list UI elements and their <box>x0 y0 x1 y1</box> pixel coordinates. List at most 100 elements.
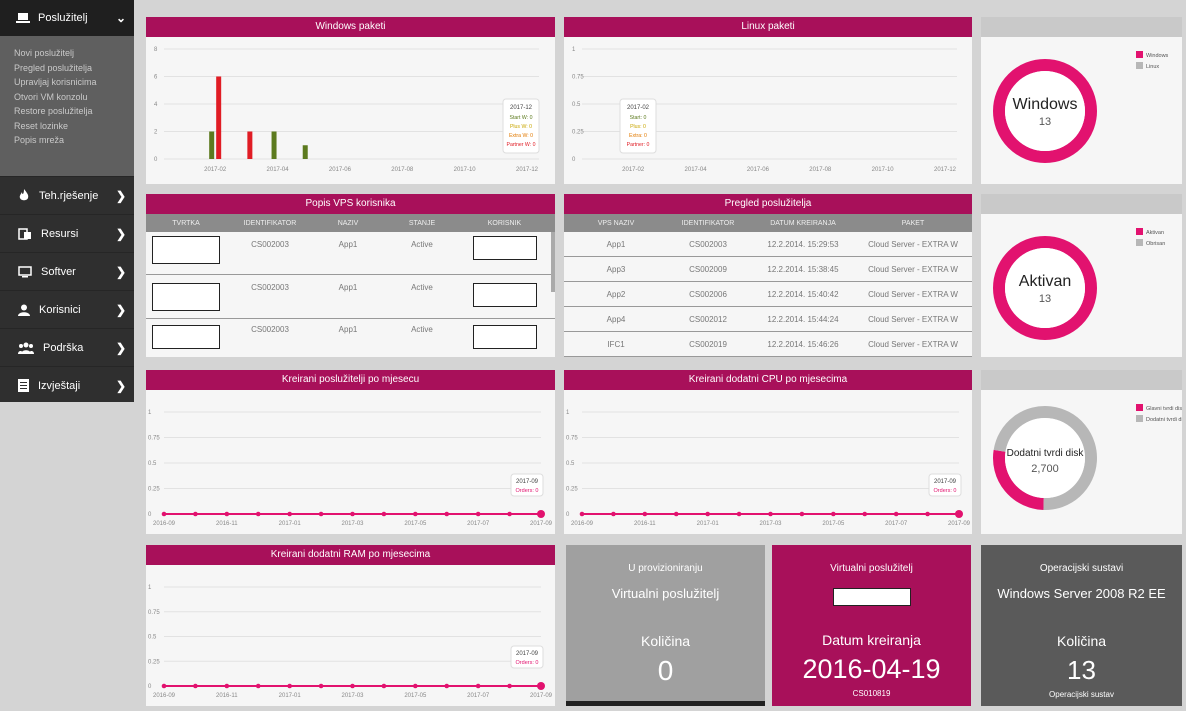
table-cell: App4 <box>606 314 626 324</box>
table-row[interactable]: CS002003 App1 Active <box>146 232 555 275</box>
panel-title: Kreirani dodatni CPU po mjesecima <box>564 370 972 390</box>
legend-swatch <box>1136 404 1143 411</box>
tooltip-line: Partner W: 0 <box>506 142 535 148</box>
y-tick-label: 0.5 <box>148 635 157 641</box>
tile-header: Virtualni poslužitelj <box>830 563 913 574</box>
data-point <box>673 511 679 517</box>
submenu-item[interactable]: Upravljaj korisnicima <box>14 75 134 90</box>
y-tick-label: 4 <box>154 102 158 108</box>
table-row[interactable]: CS002003 App1 Active <box>146 319 555 357</box>
submenu-item[interactable]: Pregled poslužitelja <box>14 61 134 76</box>
x-tick-label: 2017-03 <box>341 521 364 527</box>
disk-donut-panel: Dodatni tvrdi disk 2,700 Glavni tvrdi disk… <box>981 370 1186 534</box>
nav-item-softver[interactable]: Softver ❯ <box>0 252 134 290</box>
table-header: TVRTKA IDENTIFIKATOR NAZIV STANJE KORISN… <box>146 214 555 232</box>
table-row[interactable]: App1 CS002003 12.2.2014. 15:29:53 Cloud Ser… <box>564 232 972 257</box>
tile-label: Količina <box>640 633 691 649</box>
x-tick-label: 2016-09 <box>153 693 176 699</box>
data-point <box>161 511 167 517</box>
x-tick-label: 2017-04 <box>267 167 290 173</box>
table-row[interactable]: App4 CS002012 12.2.2014. 15:44:24 Cloud Ser… <box>564 307 972 332</box>
nav-item-teh[interactable]: Teh.rješenje ❯ <box>0 176 134 214</box>
x-tick-label: 2017-08 <box>809 167 832 173</box>
column-header[interactable]: KORISNIK <box>462 220 547 227</box>
data-point <box>955 510 963 518</box>
y-tick-label: 0 <box>566 512 570 518</box>
submenu-item[interactable]: Reset lozinke <box>14 119 134 134</box>
nav-item-resursi[interactable]: Resursi ❯ <box>0 214 134 252</box>
table-cell: CS002003 <box>251 283 289 292</box>
windows-packages-panel: Windows paketi 0 2 4 6 8 2017-02 2017-04 2017-0… <box>146 17 555 184</box>
data-point <box>255 683 261 689</box>
data-point <box>475 511 481 517</box>
tooltip-line: Start W: 0 <box>510 115 533 121</box>
x-tick-label: 2017-04 <box>685 167 708 173</box>
data-point <box>224 683 230 689</box>
tooltip-line: Partner: 0 <box>627 142 650 148</box>
bar <box>302 145 308 159</box>
scrollbar[interactable] <box>551 232 555 292</box>
panel-title: Kreirani dodatni RAM po mjesecima <box>146 545 555 565</box>
data-point <box>507 683 512 689</box>
column-header[interactable]: TVRTKA <box>146 220 226 227</box>
y-tick-label: 0 <box>148 684 152 690</box>
chevron-right-icon: ❯ <box>115 264 126 279</box>
table-cell: CS002006 <box>689 289 727 299</box>
chevron-right-icon: ❯ <box>115 302 126 317</box>
legend-swatch <box>1136 239 1143 246</box>
donut-center-value: 2,700 <box>1031 463 1059 475</box>
table-row[interactable]: CS002003 App1 Active <box>146 275 555 319</box>
bar <box>247 131 253 159</box>
legend-label: Dodatni tvrdi disk <box>1146 417 1182 423</box>
table-cell: Active <box>411 283 433 292</box>
legend-swatch <box>1136 62 1143 69</box>
column-header[interactable]: STANJE <box>382 220 462 227</box>
nav-item-korisnici[interactable]: Korisnici ❯ <box>0 290 134 328</box>
tile-label: Datum kreiranja <box>822 632 921 648</box>
column-header[interactable]: VPS NAZIV <box>564 220 668 227</box>
tooltip-title: 2017-09 <box>934 479 957 485</box>
table-row[interactable]: IFC1 CS002019 12.2.2014. 15:46:26 Cloud Ser… <box>564 332 972 357</box>
nav-item-izvjestaji[interactable]: Izvještaji ❯ <box>0 366 134 404</box>
server-icon <box>16 13 30 23</box>
status-donut-panel: Aktivan 13 Aktivan Obrisan <box>981 194 1182 357</box>
data-point <box>381 683 387 689</box>
column-header[interactable]: PAKET <box>858 220 968 227</box>
x-tick-label: 2017-07 <box>467 521 490 527</box>
column-header[interactable]: NAZIV <box>314 220 382 227</box>
data-point <box>287 511 292 517</box>
nav-item-podrska[interactable]: Podrška ❯ <box>0 328 134 366</box>
table-cell: Cloud Server - EXTRA W <box>868 339 958 349</box>
chevron-down-icon[interactable]: ⌄ <box>116 11 126 25</box>
y-tick-label: 2 <box>154 130 158 136</box>
tooltip-line: Plus: 0 <box>630 124 646 130</box>
submenu-item[interactable]: Popis mreža <box>14 133 134 148</box>
x-tick-label: 2017-09 <box>530 521 553 527</box>
os-donut-chart: Windows 13 Windows Linux <box>993 51 1169 163</box>
table-cell: CS002019 <box>689 339 727 349</box>
data-point <box>925 511 930 517</box>
windows-bar-chart: 0 2 4 6 8 2017-02 2017-04 2017-06 2017-08 2017-10… <box>154 47 540 173</box>
nav-server[interactable]: Poslužitelj ⌄ <box>0 0 134 36</box>
tile-footer: Operacijski sustav <box>1049 690 1114 699</box>
submenu-item[interactable]: Restore poslužitelja <box>14 104 134 119</box>
data-point <box>413 511 418 517</box>
redacted-user <box>472 283 537 307</box>
legend-label: Linux <box>1146 64 1159 70</box>
column-header[interactable]: IDENTIFIKATOR <box>668 220 748 227</box>
submenu-item[interactable]: Otvori VM konzolu <box>14 90 134 105</box>
column-header[interactable]: IDENTIFIKATOR <box>226 220 314 227</box>
status-donut-chart: Aktivan 13 Aktivan Obrisan <box>993 228 1165 340</box>
table-row[interactable]: App2 CS002006 12.2.2014. 15:40:42 Cloud Ser… <box>564 282 972 307</box>
column-header[interactable]: DATUM KREIRANJA <box>748 220 858 227</box>
table-cell: App1 <box>338 283 358 292</box>
data-point <box>381 511 387 517</box>
submenu-item[interactable]: Novi poslužitelj <box>14 46 134 61</box>
tooltip-title: 2017-02 <box>627 105 650 111</box>
x-tick-label: 2017-03 <box>759 521 782 527</box>
table-row[interactable]: App3 CS002009 12.2.2014. 15:38:45 Cloud Ser… <box>564 257 972 282</box>
data-point <box>350 511 355 517</box>
nav-item-label: Izvještaji <box>38 379 81 392</box>
tile-value: 0 <box>657 655 674 686</box>
y-tick-label: 0 <box>572 157 576 163</box>
